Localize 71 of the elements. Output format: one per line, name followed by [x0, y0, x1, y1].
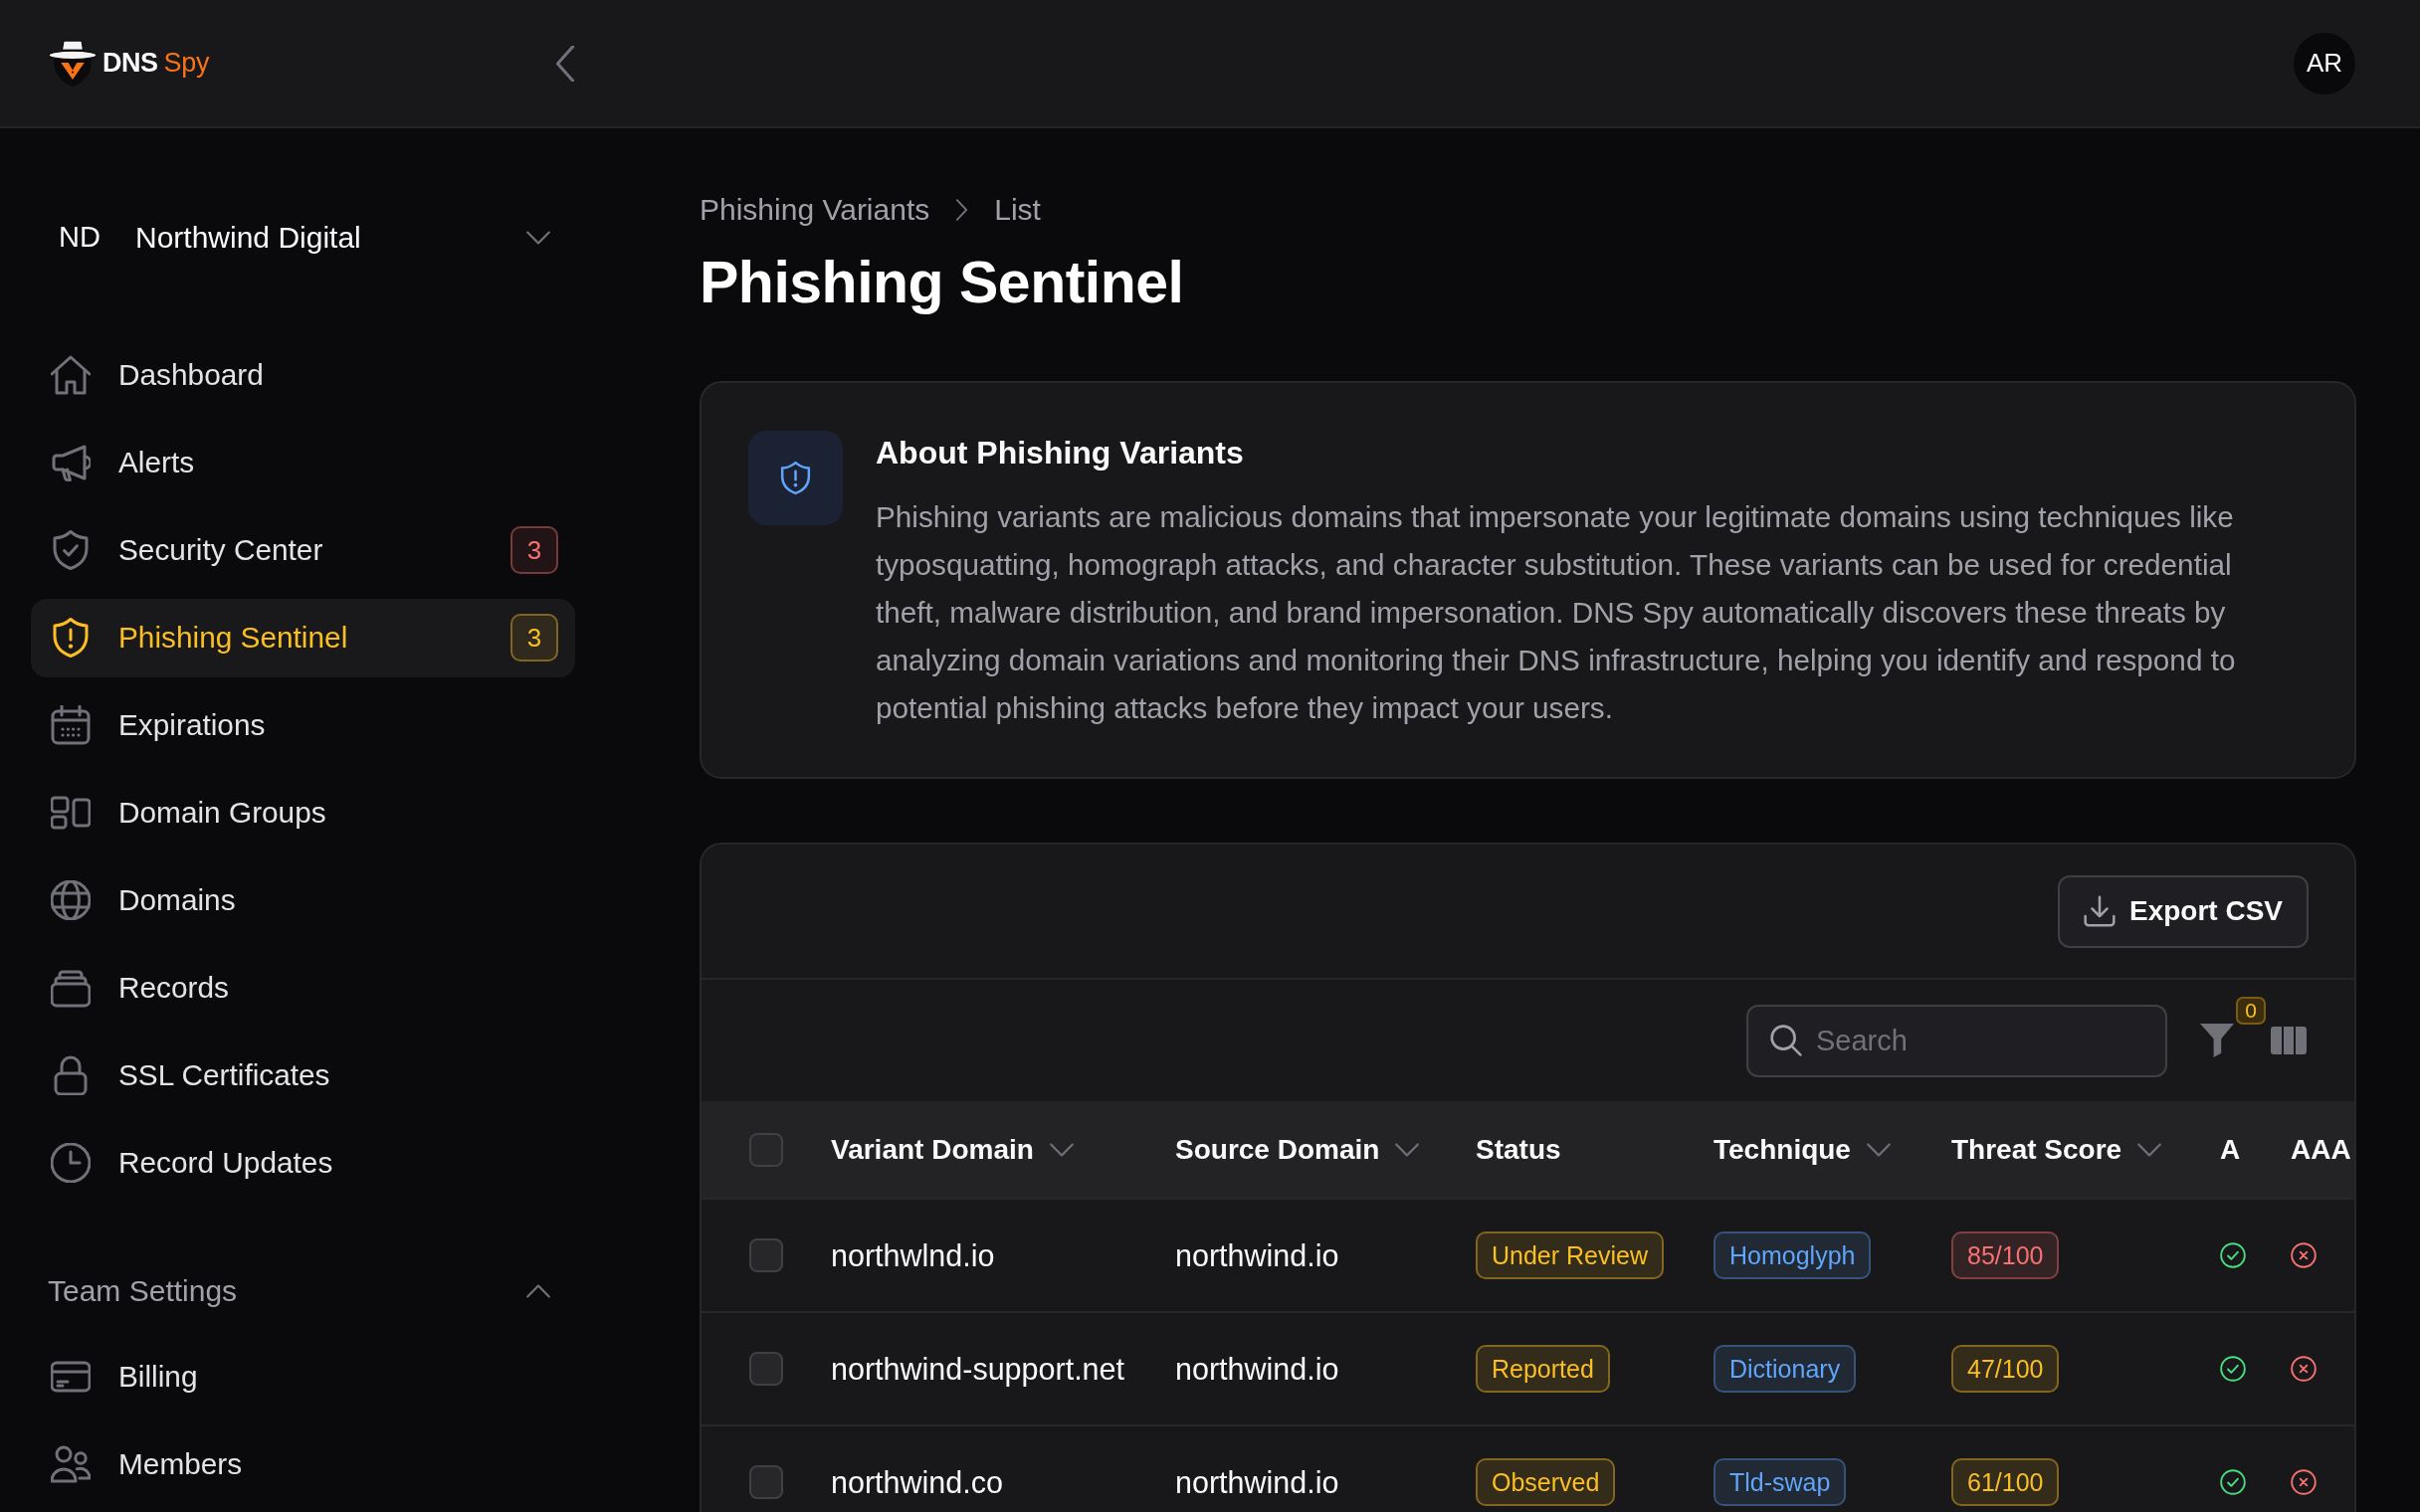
row-checkbox[interactable] — [749, 1352, 783, 1386]
chevron-up-icon — [526, 1284, 550, 1299]
search-icon — [1770, 1024, 1802, 1056]
funnel-icon — [2200, 1023, 2234, 1058]
select-all-checkbox[interactable] — [749, 1132, 783, 1167]
status-badge: Reported — [1476, 1345, 1610, 1393]
count-badge: 3 — [510, 526, 558, 574]
threat-score-badge: 85/100 — [1951, 1231, 2060, 1279]
info-text: Phishing variants are malicious domains that impersonate your legitimate domains using techniques like typosquatting, homograph attacks, and character substitution. These variants can be used for credential theft, malware distribution, and brand impersonation. DNS Spy automatically discovers these threats by analyzing domain variations and monitoring their DNS infrastructure, helping you identify and respond to potential phishing attacks before they impact your users. — [876, 499, 2237, 726]
technique-badge: Dictionary — [1714, 1345, 1857, 1393]
columns-button[interactable] — [2271, 1027, 2307, 1054]
technique-badge: Tld-swap — [1714, 1458, 1847, 1506]
download-icon — [2083, 895, 2116, 927]
logo-accent-text: Spy — [163, 50, 210, 77]
calendar-icon — [51, 705, 91, 745]
chevron-left-icon — [555, 45, 575, 82]
megaphone-icon — [51, 443, 91, 482]
column-header: AAA — [2291, 1133, 2351, 1165]
shield-alert-icon — [51, 618, 91, 658]
table-cell: northwind.io — [1175, 1237, 1339, 1272]
info-title: About Phishing Variants — [876, 434, 1245, 472]
org-initials: ND — [59, 220, 101, 256]
nav-item[interactable]: Record Updates — [31, 1123, 575, 1203]
nav-item[interactable]: Alerts — [31, 423, 575, 502]
status-badge: Under Review — [1476, 1231, 1664, 1279]
export-button[interactable]: Export CSV — [2057, 874, 2309, 948]
row-checkbox[interactable] — [749, 1238, 783, 1272]
nav-item[interactable]: Domain Groups — [31, 773, 575, 852]
nav-item[interactable]: Billing — [31, 1337, 575, 1416]
filter-button[interactable] — [2200, 1023, 2234, 1058]
column-header: A — [2220, 1133, 2241, 1165]
section-toggle[interactable]: Team Settings — [31, 1267, 575, 1315]
table-cell: northwind-support.net — [831, 1351, 1124, 1386]
shield-alert-icon — [748, 431, 843, 525]
nav-item[interactable]: Records — [31, 948, 575, 1028]
table-cell: northwlnd.io — [831, 1237, 995, 1272]
count-badge: 3 — [510, 614, 558, 662]
threat-score-badge: 47/100 — [1951, 1345, 2060, 1393]
nav-item[interactable]: Members — [31, 1424, 575, 1503]
house-icon — [51, 355, 91, 395]
search-field[interactable]: Search — [1746, 1004, 2167, 1077]
nav-item[interactable]: Security Center 3 — [31, 510, 575, 590]
globe-icon — [51, 880, 91, 920]
org-name[interactable]: Northwind Digital — [135, 216, 361, 259]
breadcrumb-current: List — [994, 192, 1041, 228]
nav-item[interactable]: Dashboard — [31, 335, 575, 415]
nav-item[interactable]: Domains — [31, 860, 575, 940]
table-cell: northwind.co — [831, 1464, 1003, 1499]
logo-text: DNS — [102, 50, 158, 77]
users-icon — [51, 1443, 91, 1484]
nav-item[interactable]: Phishing Sentinel 3 — [31, 598, 575, 677]
chevron-down-icon — [526, 230, 550, 245]
nav-item[interactable]: SSL Certificates — [31, 1036, 575, 1115]
table-cell: northwind.io — [1175, 1351, 1339, 1386]
column-header: Status — [1476, 1133, 1561, 1165]
filter-count-badge: 0 — [2236, 997, 2266, 1025]
shield-check-icon — [51, 530, 91, 570]
clock-icon — [51, 1143, 91, 1183]
hat-shield-logo-icon — [48, 39, 98, 88]
user-avatar[interactable]: AR — [2294, 32, 2355, 94]
table-cell: northwind.io — [1175, 1464, 1339, 1499]
technique-badge: Homoglyph — [1714, 1231, 1872, 1279]
page-title: Phishing Sentinel — [700, 249, 1185, 316]
nav-item[interactable]: Expirations — [31, 685, 575, 765]
columns-icon — [2271, 1027, 2307, 1054]
row-checkbox[interactable] — [749, 1465, 783, 1499]
chevron-right-icon — [955, 199, 969, 221]
breadcrumb-link[interactable]: Phishing Variants — [700, 190, 930, 230]
stack-icon — [51, 968, 91, 1008]
status-badge: Observed — [1476, 1458, 1616, 1506]
threat-score-badge: 61/100 — [1951, 1458, 2060, 1506]
